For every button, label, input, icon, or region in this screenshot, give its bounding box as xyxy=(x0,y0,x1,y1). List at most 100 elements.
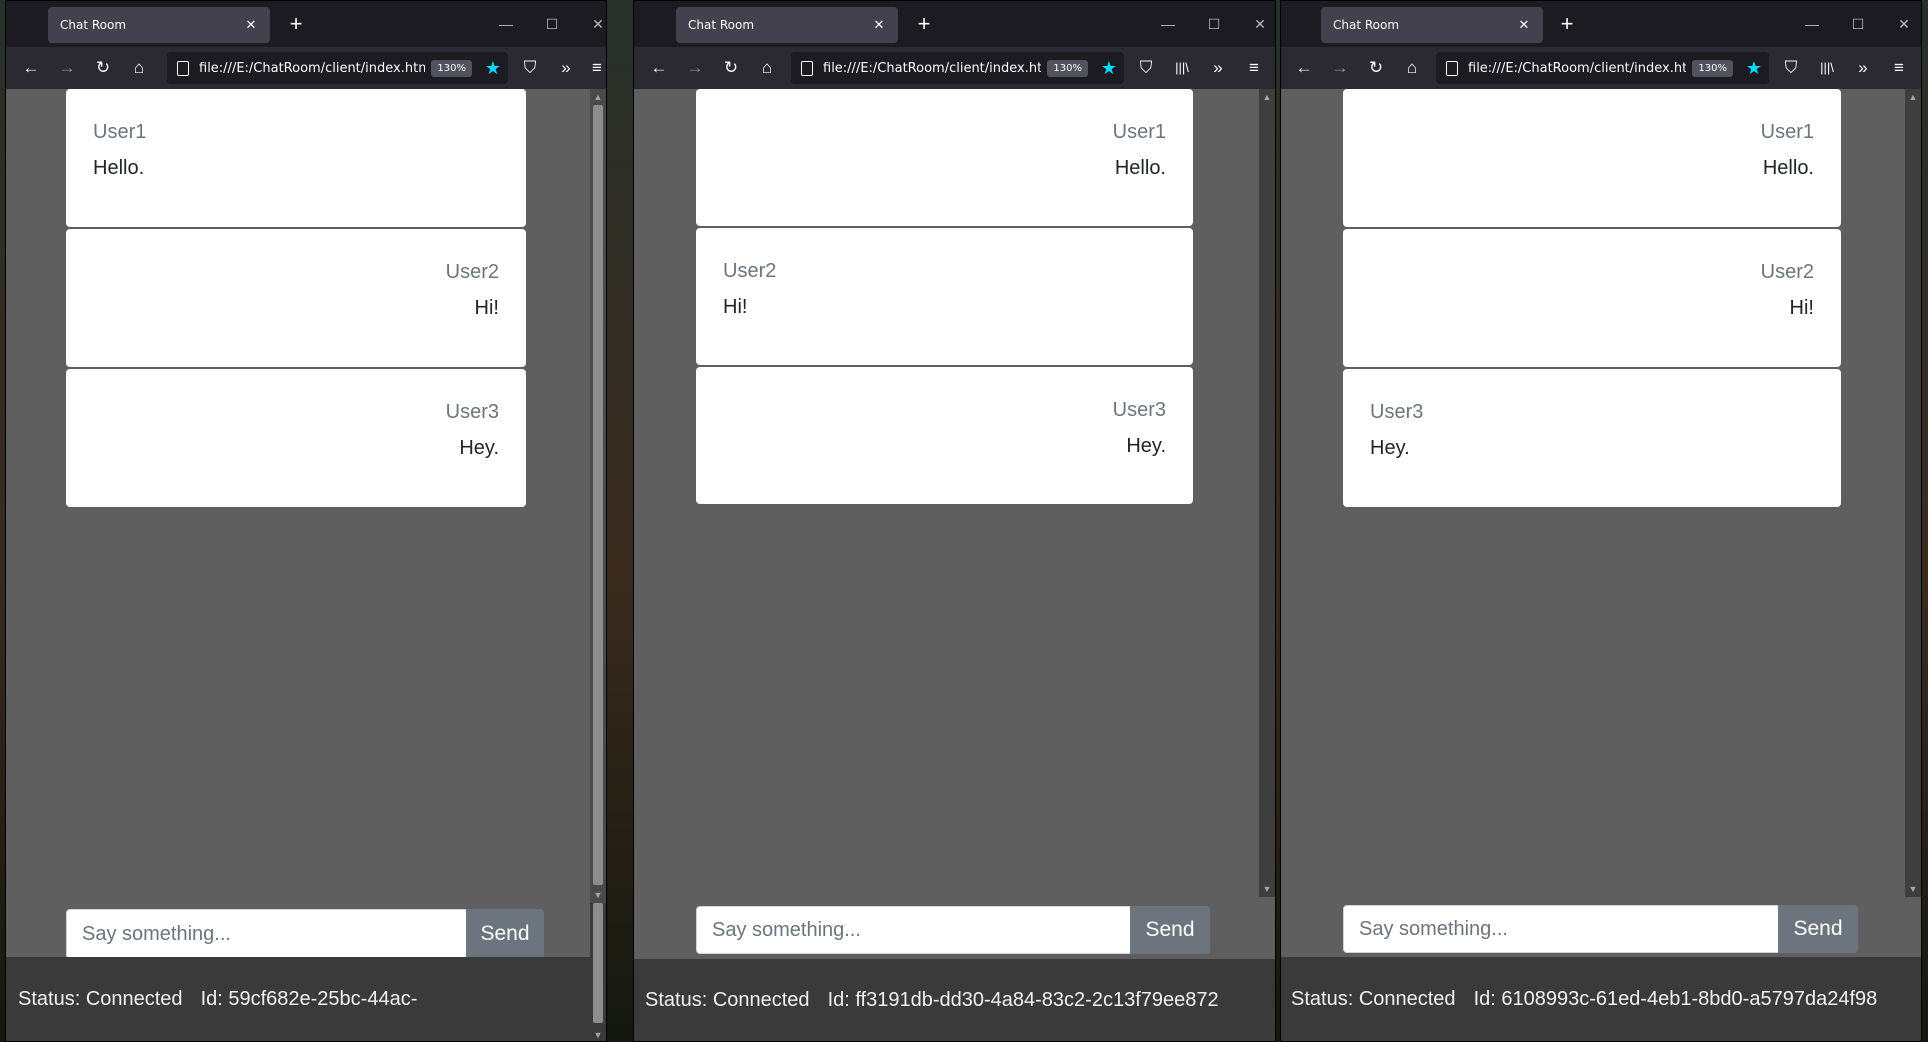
scroll-up-icon[interactable]: ▲ xyxy=(1905,89,1921,105)
message-user: User2 xyxy=(1760,261,1814,283)
scroll-down-icon[interactable]: ▼ xyxy=(1905,881,1921,897)
message-input[interactable] xyxy=(66,909,468,959)
send-button[interactable]: Send xyxy=(1778,905,1858,953)
scroll-thumb[interactable] xyxy=(593,903,603,1023)
close-window-icon[interactable]: ✕ xyxy=(584,11,606,37)
send-button[interactable]: Send xyxy=(466,909,544,959)
message-user: User1 xyxy=(1760,121,1814,143)
scroll-down-icon[interactable]: ▼ xyxy=(1259,881,1275,897)
url-bar[interactable]: file:///E:/ChatRoom/client/index.html 13… xyxy=(791,52,1124,84)
forward-icon[interactable]: → xyxy=(1325,53,1355,83)
menu-icon[interactable]: ≡ xyxy=(1884,53,1914,83)
scrollbar[interactable]: ▲ ▼ xyxy=(1905,89,1921,897)
overflow-icon[interactable]: » xyxy=(1848,53,1878,83)
zoom-indicator[interactable]: 130% xyxy=(1692,59,1733,77)
chat-message: User1 Hello. xyxy=(66,89,526,227)
overflow-icon[interactable]: » xyxy=(1203,53,1233,83)
url-bar[interactable]: file:///E:/ChatRoom/client/index.html 13… xyxy=(167,52,508,84)
scroll-down-icon[interactable]: ▼ xyxy=(590,1027,606,1041)
message-text: Hi! xyxy=(1789,297,1814,319)
scrollbar-page[interactable]: ▼ xyxy=(590,903,606,1041)
message-input[interactable] xyxy=(1343,905,1780,953)
message-user: User2 xyxy=(723,260,777,282)
url-bar[interactable]: file:///E:/ChatRoom/client/index.html 13… xyxy=(1436,52,1769,84)
forward-icon[interactable]: → xyxy=(52,53,82,83)
message-user: User3 xyxy=(445,401,499,423)
close-tab-icon[interactable]: ✕ xyxy=(870,17,888,33)
message-input[interactable] xyxy=(696,906,1132,954)
new-tab-button[interactable]: + xyxy=(910,11,938,39)
page-content: User1 Hello. User2 Hi! User3 Hey. Send S… xyxy=(6,89,606,1041)
status-text: Status: Connected xyxy=(18,987,183,1010)
library-icon[interactable]: |||\ xyxy=(1812,53,1842,83)
library-icon[interactable]: |||\ xyxy=(1167,53,1197,83)
chat-message: User3 Hey. xyxy=(1343,369,1841,507)
chat-message: User2 Hi! xyxy=(1343,229,1841,367)
close-window-icon[interactable]: ✕ xyxy=(1246,11,1274,37)
back-icon[interactable]: ← xyxy=(644,53,674,83)
new-tab-button[interactable]: + xyxy=(1553,11,1581,39)
zoom-indicator[interactable]: 130% xyxy=(1047,59,1088,77)
chat-message: User3 Hey. xyxy=(696,367,1193,504)
star-icon[interactable]: ★ xyxy=(1094,58,1124,79)
title-bar: Chat Room ✕ + — ☐ ✕ xyxy=(1281,1,1921,47)
back-icon[interactable]: ← xyxy=(16,53,46,83)
browser-window-3: Chat Room ✕ + — ☐ ✕ ← → ↻ ⌂ file:///E:/C… xyxy=(1280,0,1922,1042)
send-button[interactable]: Send xyxy=(1130,906,1210,954)
menu-icon[interactable]: ≡ xyxy=(1239,53,1269,83)
close-tab-icon[interactable]: ✕ xyxy=(1515,17,1533,33)
tab-chat-room[interactable]: Chat Room ✕ xyxy=(48,7,270,43)
title-bar: Chat Room ✕ + — ☐ ✕ xyxy=(634,1,1275,47)
maximize-icon[interactable]: ☐ xyxy=(1844,11,1872,37)
message-text: Hey. xyxy=(1126,435,1166,457)
pocket-icon[interactable]: ⛉ xyxy=(1131,53,1161,83)
tab-chat-room[interactable]: Chat Room ✕ xyxy=(1321,7,1543,43)
new-tab-button[interactable]: + xyxy=(282,11,310,39)
close-window-icon[interactable]: ✕ xyxy=(1890,11,1918,37)
nav-bar: ← → ↻ ⌂ file:///E:/ChatRoom/client/index… xyxy=(1281,47,1921,89)
minimize-icon[interactable]: — xyxy=(492,11,520,37)
scroll-thumb[interactable] xyxy=(593,105,603,885)
home-icon[interactable]: ⌂ xyxy=(124,53,154,83)
chat-message: User1 Hello. xyxy=(696,89,1193,226)
minimize-icon[interactable]: — xyxy=(1798,11,1826,37)
scroll-up-icon[interactable]: ▲ xyxy=(1259,89,1275,105)
forward-icon[interactable]: → xyxy=(680,53,710,83)
page-icon xyxy=(801,60,813,76)
home-icon[interactable]: ⌂ xyxy=(1397,53,1427,83)
tab-title: Chat Room xyxy=(688,18,755,32)
client-id: Id: 59cf682e-25bc-44ac- xyxy=(200,987,418,1010)
reload-icon[interactable]: ↻ xyxy=(1361,53,1391,83)
scrollbar[interactable]: ▲ ▼ xyxy=(590,89,606,903)
chat-message: User2 Hi! xyxy=(66,229,526,367)
pocket-icon[interactable]: ⛉ xyxy=(515,53,545,83)
tab-chat-room[interactable]: Chat Room ✕ xyxy=(676,7,898,43)
minimize-icon[interactable]: — xyxy=(1154,11,1182,37)
maximize-icon[interactable]: ☐ xyxy=(1200,11,1228,37)
chat-message: User2 Hi! xyxy=(696,228,1193,365)
title-bar: Chat Room ✕ + — ☐ ✕ xyxy=(6,1,606,47)
scroll-up-icon[interactable]: ▲ xyxy=(590,89,606,105)
zoom-indicator[interactable]: 130% xyxy=(431,59,472,77)
back-icon[interactable]: ← xyxy=(1289,53,1319,83)
browser-window-2: Chat Room ✕ + — ☐ ✕ ← → ↻ ⌂ file:///E:/C… xyxy=(633,0,1276,1042)
chat-message: User1 Hello. xyxy=(1343,89,1841,227)
scrollbar[interactable]: ▲ ▼ xyxy=(1259,89,1275,897)
maximize-icon[interactable]: ☐ xyxy=(538,11,566,37)
message-text: Hello. xyxy=(1114,157,1166,179)
menu-icon[interactable]: ≡ xyxy=(587,53,606,83)
star-icon[interactable]: ★ xyxy=(1739,58,1769,79)
scroll-down-icon[interactable]: ▼ xyxy=(590,887,606,903)
page-content: User1 Hello. User2 Hi! User3 Hey. Send S… xyxy=(634,89,1275,1041)
overflow-icon[interactable]: » xyxy=(551,53,581,83)
status-bar: Status: Connected Id: ff3191db-dd30-4a84… xyxy=(634,959,1275,1041)
reload-icon[interactable]: ↻ xyxy=(716,53,746,83)
message-text: Hi! xyxy=(474,297,499,319)
star-icon[interactable]: ★ xyxy=(478,58,508,79)
home-icon[interactable]: ⌂ xyxy=(752,53,782,83)
reload-icon[interactable]: ↻ xyxy=(88,53,118,83)
close-tab-icon[interactable]: ✕ xyxy=(242,17,260,33)
pocket-icon[interactable]: ⛉ xyxy=(1776,53,1806,83)
message-user: User2 xyxy=(445,261,499,283)
message-text: Hello. xyxy=(93,157,145,179)
